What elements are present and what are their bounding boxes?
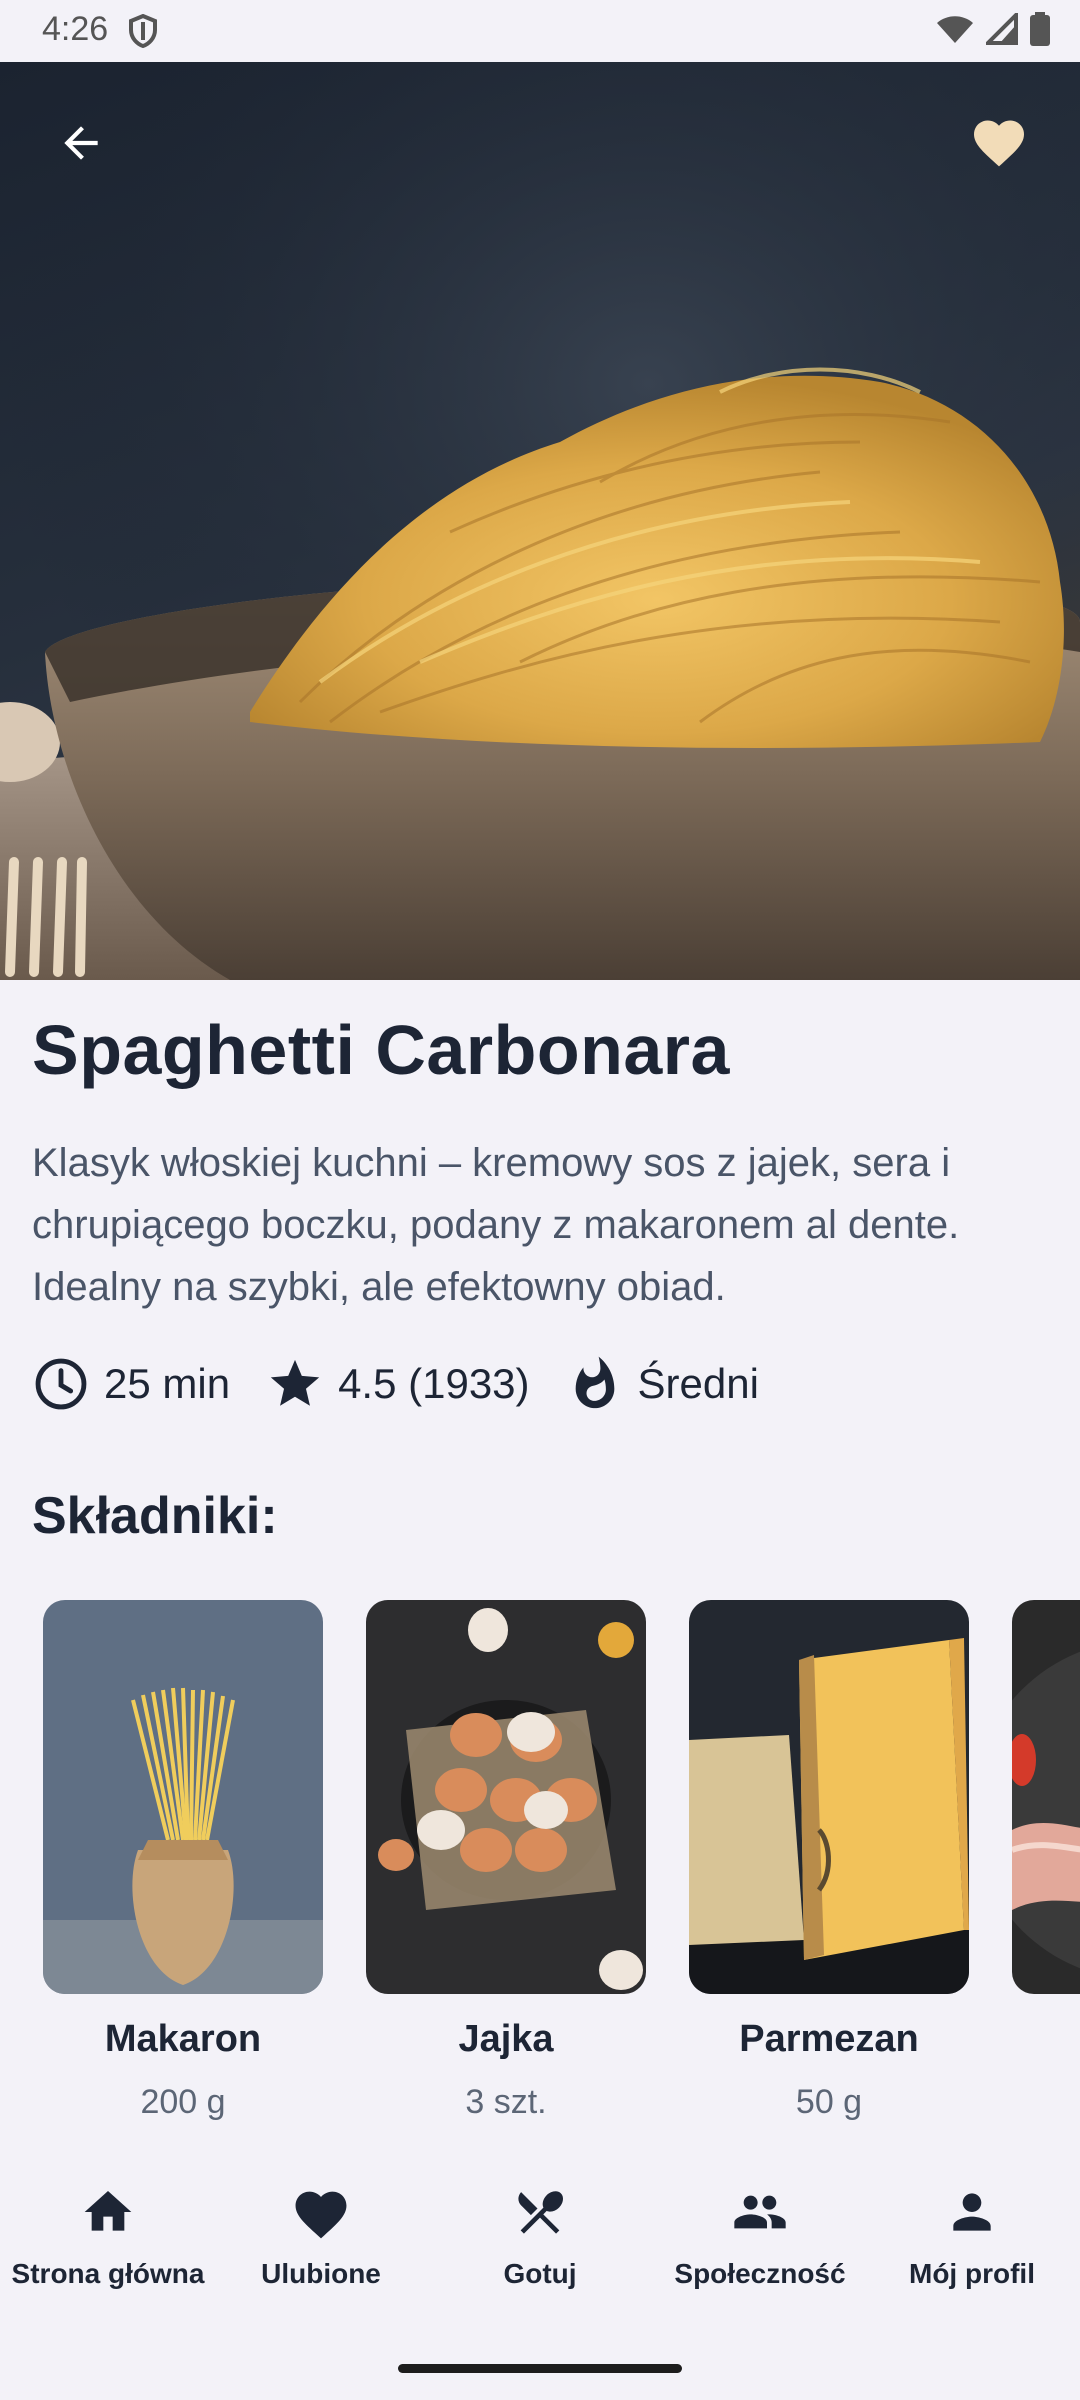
ingredient-card[interactable]: Parmezan 50 g [689, 1600, 969, 2120]
rating-value: 4.5 (1933) [338, 1360, 530, 1407]
ingredient-quantity: 50 g [795, 2083, 863, 2120]
ingredient-image-bacon [1012, 1600, 1080, 1994]
cook-time: 25 min [32, 1355, 230, 1413]
nav-label: Ulubione [261, 2258, 381, 2289]
recipe-meta: 25 min 4.5 (1933) Średni [32, 1352, 795, 1416]
recipe-hero-image [0, 62, 1080, 980]
ingredient-image-parmesan [689, 1600, 969, 1994]
status-icons [936, 12, 1050, 46]
nav-item-home[interactable]: Strona główna [0, 2184, 216, 2290]
ingredient-quantity: 3 szt. [465, 2083, 547, 2120]
heart-icon [974, 120, 1024, 167]
utensils-icon [518, 2191, 564, 2234]
home-icon [84, 2191, 132, 2231]
people-icon [734, 2195, 786, 2229]
ingredient-name: Makaron [104, 2018, 262, 2060]
nav-label: Mój profil [909, 2258, 1035, 2289]
nav-item-community[interactable]: Społeczność [652, 2184, 868, 2290]
nav-label: Społeczność [674, 2258, 846, 2289]
ingredient-name: Jajka [458, 2018, 554, 2060]
heart-icon [295, 2191, 347, 2239]
ingredient-card[interactable]: Makaron 200 g [43, 1600, 323, 2120]
flame-icon [575, 1356, 614, 1409]
ingredient-name: Parmezan [739, 2018, 919, 2060]
wifi-icon [937, 16, 973, 43]
ingredient-quantity: 200 g [140, 2083, 226, 2120]
difficulty: Średni [566, 1355, 759, 1413]
arrow-left-icon [64, 126, 98, 160]
bottom-navigation: Strona główna Ulubione Gotuj Społeczność… [0, 2150, 1080, 2400]
signal-icon [986, 13, 1018, 45]
nav-item-profile[interactable]: Mój profil [864, 2184, 1080, 2290]
nav-label: Strona główna [11, 2258, 205, 2289]
rating: 4.5 (1933) [266, 1355, 530, 1413]
cook-time-value: 25 min [104, 1360, 231, 1407]
ingredient-image-pasta [43, 1600, 323, 1994]
shield-icon [129, 14, 157, 48]
clock-icon [35, 1358, 87, 1410]
status-bar: 4:26 [0, 0, 1080, 62]
recipe-title: Spaghetti Carbonara [32, 1011, 730, 1089]
difficulty-value: Średni [637, 1360, 759, 1407]
person-icon [953, 2193, 991, 2231]
favorite-button[interactable] [954, 98, 1044, 188]
ingredient-card-partial[interactable] [1012, 1600, 1080, 1994]
carbonara-photo [0, 62, 1080, 980]
back-button[interactable] [36, 98, 126, 188]
ingredients-list[interactable]: Makaron 200 g Jajka 3 szt. Parmezan 50 g [0, 1600, 1080, 2120]
battery-icon [1030, 12, 1050, 46]
nav-item-favorites[interactable]: Ulubione [213, 2184, 429, 2290]
ingredients-heading: Składniki: [32, 1487, 278, 1545]
recipe-description: Klasyk włoskiej kuchni – kremowy sos z j… [32, 1141, 960, 1309]
home-indicator[interactable] [398, 2364, 682, 2373]
star-icon [270, 1359, 320, 1406]
ingredient-card[interactable]: Jajka 3 szt. [366, 1600, 646, 2120]
nav-item-cook[interactable]: Gotuj [432, 2184, 648, 2290]
nav-label: Gotuj [503, 2258, 577, 2289]
ingredient-image-eggs [366, 1600, 646, 1994]
status-time: 4:26 [42, 10, 109, 48]
